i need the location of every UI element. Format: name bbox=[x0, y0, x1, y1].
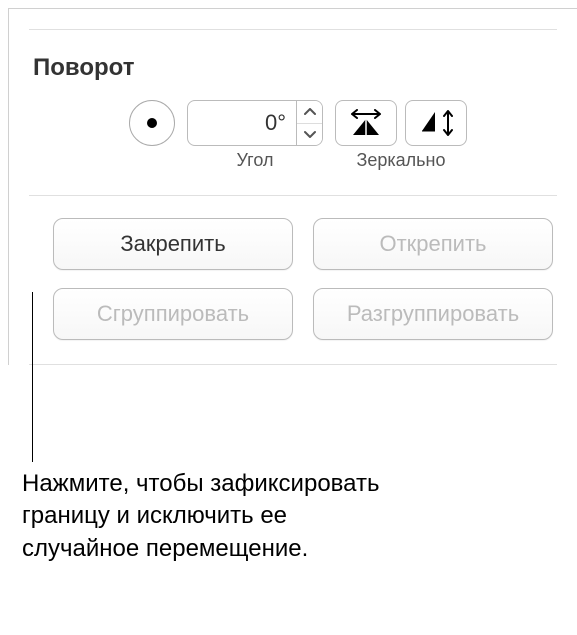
flip-vertical-button[interactable] bbox=[405, 100, 467, 146]
flip-horizontal-icon bbox=[349, 109, 383, 137]
lock-button[interactable]: Закрепить bbox=[53, 218, 293, 270]
group-button[interactable]: Сгруппировать bbox=[53, 288, 293, 340]
angle-stepper bbox=[297, 100, 323, 146]
divider bbox=[29, 364, 557, 365]
angle-input[interactable] bbox=[187, 100, 297, 146]
flip-label: Зеркально bbox=[356, 150, 445, 171]
callout-line bbox=[32, 292, 33, 462]
flip-group: Зеркально bbox=[335, 100, 467, 171]
chevron-down-icon bbox=[304, 130, 316, 138]
section-title: Поворот bbox=[9, 30, 577, 100]
flip-vertical-icon bbox=[419, 109, 453, 137]
stepper-up[interactable] bbox=[297, 101, 322, 124]
rotation-dial[interactable] bbox=[129, 100, 175, 146]
angle-label: Угол bbox=[237, 150, 274, 171]
stepper-down[interactable] bbox=[297, 124, 322, 146]
flip-horizontal-button[interactable] bbox=[335, 100, 397, 146]
ungroup-button[interactable]: Разгруппировать bbox=[313, 288, 553, 340]
chevron-up-icon bbox=[304, 108, 316, 116]
angle-group: Угол bbox=[187, 100, 323, 171]
unlock-button[interactable]: Открепить bbox=[313, 218, 553, 270]
button-grid: Закрепить Открепить Сгруппировать Разгру… bbox=[9, 196, 577, 364]
rotation-controls: Угол bbox=[9, 100, 577, 195]
callout-text: Нажмите, чтобы зафиксировать границу и и… bbox=[22, 468, 402, 565]
